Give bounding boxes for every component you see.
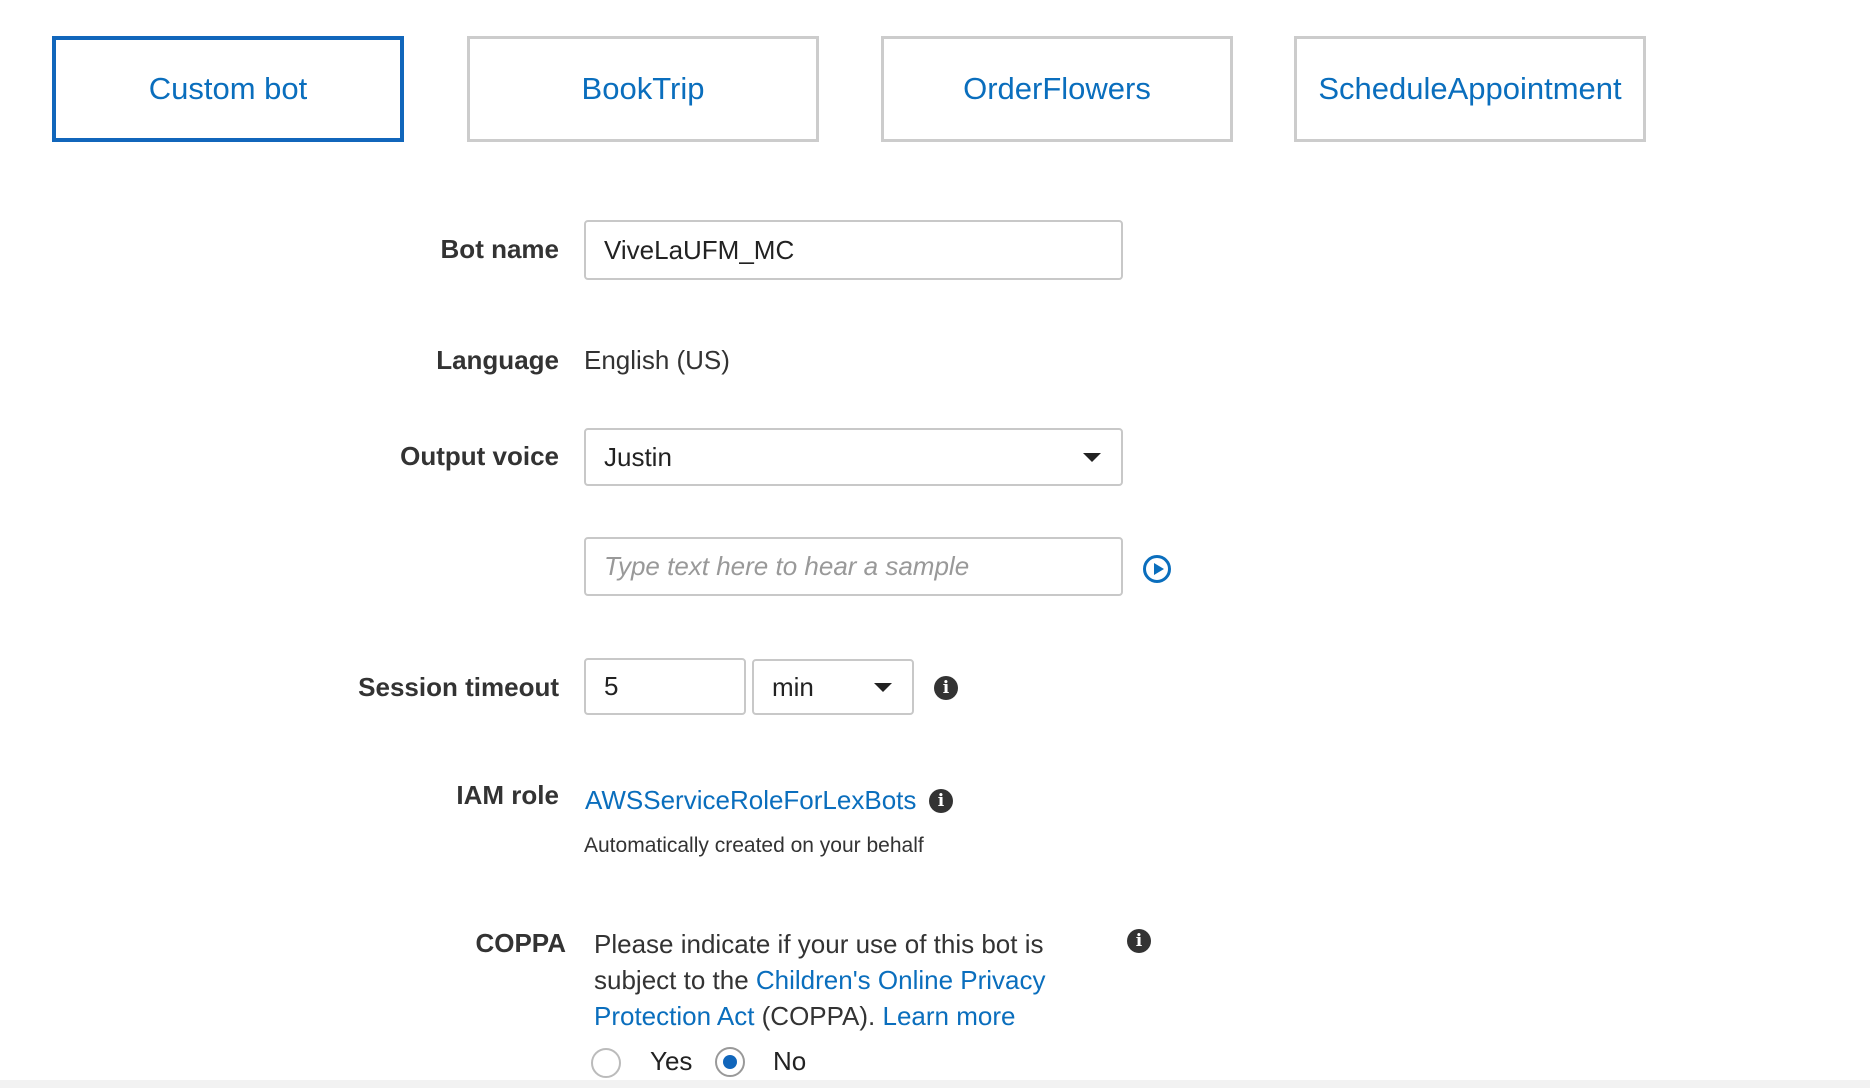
bot-name-input[interactable]	[584, 220, 1123, 280]
chevron-down-icon	[1083, 453, 1101, 462]
play-circle-icon[interactable]	[1143, 555, 1171, 583]
iam-role-note: Automatically created on your behalf	[584, 834, 924, 857]
coppa-label: COPPA	[475, 928, 566, 958]
blueprint-card-label: ScheduleAppointment	[1318, 71, 1622, 106]
coppa-radio-yes-label[interactable]: Yes	[650, 1046, 692, 1077]
coppa-text-middle: (COPPA).	[754, 1001, 883, 1031]
sample-text-input[interactable]	[584, 537, 1123, 596]
coppa-radio-yes[interactable]	[591, 1048, 621, 1078]
blueprint-card-label: Custom bot	[148, 71, 308, 106]
coppa-radio-no[interactable]	[715, 1047, 745, 1077]
session-timeout-input[interactable]	[584, 658, 746, 715]
language-value: English (US)	[584, 345, 730, 375]
session-timeout-label: Session timeout	[358, 672, 559, 702]
output-voice-selected: Justin	[604, 441, 672, 472]
bot-name-label: Bot name	[440, 234, 559, 264]
blueprint-card-booktrip[interactable]: BookTrip	[467, 36, 819, 142]
iam-role-link[interactable]: AWSServiceRoleForLexBots	[585, 785, 916, 816]
learn-more-link[interactable]: Learn more	[883, 1001, 1016, 1031]
page-bottom-shade	[0, 1080, 1870, 1088]
blueprint-card-label: BookTrip	[581, 71, 705, 106]
blueprint-card-scheduleappointment[interactable]: ScheduleAppointment	[1294, 36, 1646, 142]
language-label: Language	[436, 345, 559, 375]
chevron-down-icon	[874, 683, 892, 692]
session-timeout-unit: min	[772, 671, 814, 702]
output-voice-select[interactable]: Justin	[584, 428, 1123, 486]
info-icon[interactable]: i	[1127, 929, 1151, 953]
output-voice-label: Output voice	[400, 441, 559, 471]
blueprint-card-label: OrderFlowers	[963, 71, 1151, 106]
session-timeout-unit-select[interactable]: min	[752, 659, 914, 715]
blueprint-card-custom-bot[interactable]: Custom bot	[52, 36, 404, 142]
coppa-radio-no-label[interactable]: No	[773, 1046, 806, 1077]
info-icon[interactable]: i	[929, 789, 953, 813]
blueprint-card-orderflowers[interactable]: OrderFlowers	[881, 36, 1233, 142]
info-icon[interactable]: i	[934, 676, 958, 700]
coppa-description: Please indicate if your use of this bot …	[594, 926, 1074, 1034]
iam-role-label: IAM role	[456, 780, 559, 810]
